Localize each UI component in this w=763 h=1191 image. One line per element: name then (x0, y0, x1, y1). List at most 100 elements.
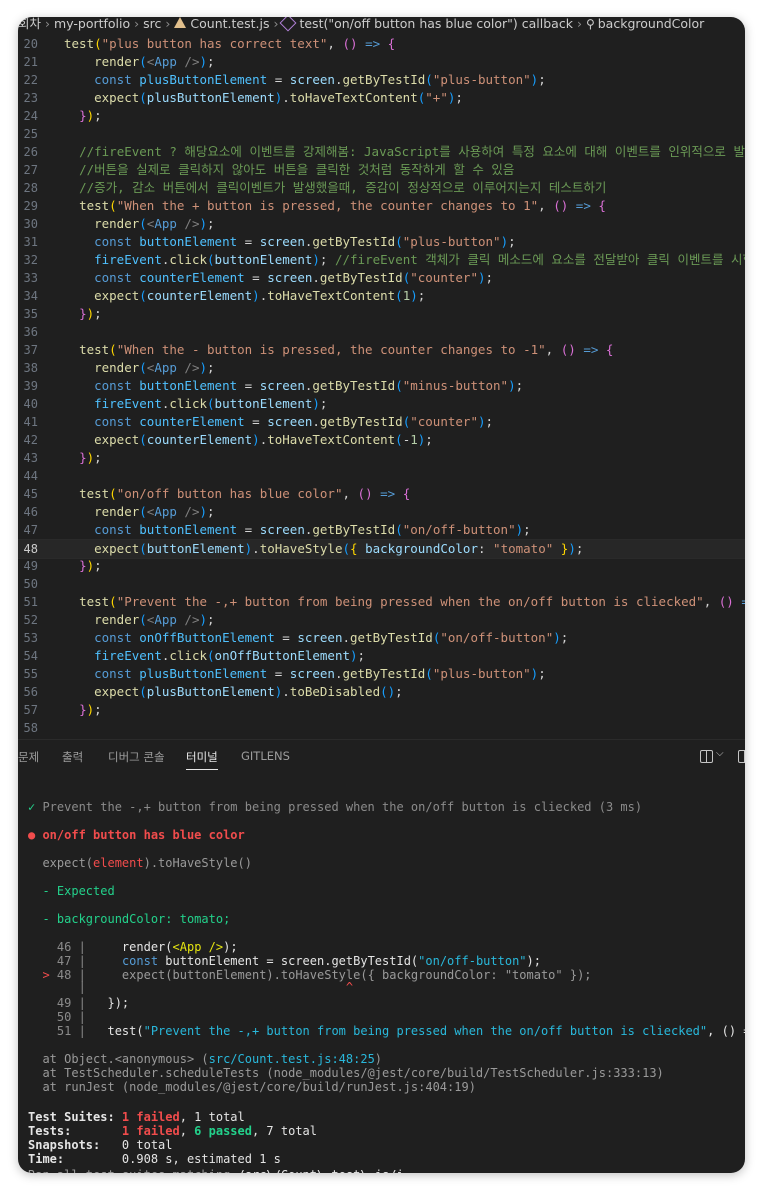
line-number: 20 (23, 37, 38, 51)
code-token: ; (417, 288, 426, 303)
code-line[interactable]: 31 const buttonElement = screen.getByTes… (18, 233, 745, 251)
code-line[interactable]: 35 }); (18, 305, 745, 323)
code-line[interactable]: 22 const plusButtonElement = screen.getB… (18, 71, 745, 89)
code-line[interactable]: 53 const onOffButtonElement = screen.get… (18, 629, 745, 647)
code-line[interactable]: 57 }); (18, 701, 745, 719)
code-line[interactable]: 37 test("When the - button is pressed, t… (18, 341, 745, 359)
breadcrumb-item-project[interactable]: my-portfolio (54, 17, 130, 31)
terminal-text: - backgroundColor: tomato; (28, 912, 231, 926)
code-line[interactable]: 26 //fireEvent ? 해당요소에 이벤트를 강제해봄: JavaSc… (18, 143, 745, 161)
code-token: ) (312, 252, 320, 267)
code-token: toHaveTextContent (267, 432, 396, 447)
line-number: 22 (23, 73, 38, 87)
breadcrumb-item-folder[interactable]: 회차 (18, 17, 41, 31)
terminal-output[interactable]: ✓ Prevent the -,+ button from being pres… (18, 777, 745, 1173)
code-text: //fireEvent ? 해당요소에 이벤트를 강제해봄: JavaScrip… (64, 143, 745, 161)
code-token: ) (252, 288, 260, 303)
code-line[interactable]: 44 (18, 467, 745, 485)
line-number: 43 (23, 451, 38, 465)
code-line[interactable]: 42 expect(counterElement).toHaveTextCont… (18, 431, 745, 449)
code-line[interactable]: 32 fireEvent.click(buttonElement); //fir… (18, 251, 745, 269)
tab-output[interactable]: 출력 (62, 749, 83, 765)
line-number: 35 (23, 307, 38, 321)
code-token: /> (176, 54, 200, 69)
code-line[interactable]: 24 }); (18, 107, 745, 125)
breadcrumb-item-callback[interactable]: test("on/off button has blue color") cal… (299, 17, 572, 31)
code-token: ; (508, 234, 516, 249)
code-token: , (342, 486, 358, 501)
code-line[interactable]: 29 test("When the + button is pressed, t… (18, 197, 745, 215)
code-line[interactable]: 47 const buttonElement = screen.getByTes… (18, 521, 745, 539)
code-text: render(<App />); (64, 215, 214, 233)
code-token: getByTestId (312, 378, 396, 393)
code-text: const onOffButtonElement = screen.getByT… (64, 629, 568, 647)
code-line[interactable]: 38 render(<App />); (18, 359, 745, 377)
layout-icon[interactable] (738, 750, 745, 763)
code-token: ( (94, 36, 102, 51)
code-line[interactable]: 41 const counterElement = screen.getByTe… (18, 413, 745, 431)
code-line[interactable]: 45 test("on/off button has blue color", … (18, 485, 745, 503)
line-number: 51 (23, 595, 38, 609)
code-line[interactable]: 30 render(<App />); (18, 215, 745, 233)
tab-debug-console[interactable]: 디버그 콘솔 (108, 749, 165, 765)
code-token: screen (259, 522, 305, 537)
code-token: ) (477, 270, 486, 285)
code-token: ; (357, 648, 366, 663)
code-token: ( (139, 612, 147, 627)
breadcrumb-item-src[interactable]: src (143, 17, 161, 31)
code-line[interactable]: 21 render(<App />); (18, 53, 745, 71)
terminal-text: 1 failed (121, 1124, 180, 1138)
code-line[interactable]: 27 //버튼을 실제로 클릭하지 않아도 버튼을 클릭한 것처럼 동작하게 할… (18, 161, 745, 179)
code-line[interactable]: 34 expect(counterElement).toHaveTextCont… (18, 287, 745, 305)
code-token: click (169, 252, 208, 267)
code-token: = (274, 630, 298, 645)
code-token: } (79, 306, 87, 321)
code-token: . (312, 270, 320, 285)
tab-gitlens[interactable]: GITLENS (241, 749, 290, 763)
code-line[interactable]: 43 }); (18, 449, 745, 467)
code-token: "minus-button" (402, 378, 509, 393)
tab-problems[interactable]: 문제 (18, 749, 39, 765)
code-line[interactable]: 52 render(<App />); (18, 611, 745, 629)
code-line[interactable]: 40 fireEvent.click(buttonElement); (18, 395, 745, 413)
code-line-current[interactable]: 48 expect(buttonElement).toHaveStyle({ b… (18, 539, 745, 559)
code-line[interactable]: 54 fireEvent.click(onOffButtonElement); (18, 647, 745, 665)
split-terminal-icon[interactable] (700, 750, 713, 763)
tab-terminal[interactable]: 터미널 (186, 749, 218, 770)
code-token: ; (485, 414, 494, 429)
terminal-line: ✓ Prevent the -,+ button from being pres… (28, 799, 642, 815)
code-text: expect(buttonElement).toHaveStyle({ back… (64, 540, 583, 558)
breadcrumb-item-property[interactable]: backgroundColor (598, 17, 705, 31)
code-editor[interactable]: 20 test("plus button has correct text", (… (18, 35, 745, 739)
terminal-text: Snapshots: (28, 1138, 122, 1152)
code-token: backgroundColor (365, 541, 478, 556)
code-line[interactable]: 46 render(<App />); (18, 503, 745, 521)
code-line[interactable]: 33 const counterElement = screen.getByTe… (18, 269, 745, 287)
code-line[interactable]: 28 //증가, 감소 버튼에서 클릭이벤트가 발생했을때, 증감이 정상적으로… (18, 179, 745, 197)
code-line[interactable]: 36 (18, 323, 745, 341)
code-token: "plus-button" (402, 234, 501, 249)
code-line[interactable]: 23 expect(plusButtonElement).toHaveTextC… (18, 89, 745, 107)
code-line[interactable]: 55 const plusButtonElement = screen.getB… (18, 665, 745, 683)
code-line[interactable]: 39 const buttonElement = screen.getByTes… (18, 377, 745, 395)
code-line[interactable]: 20 test("plus button has correct text", (… (18, 35, 745, 53)
breadcrumb-item-file[interactable]: Count.test.js (190, 17, 269, 31)
code-line[interactable]: 25 (18, 125, 745, 143)
code-text: render(<App />); (64, 53, 214, 71)
code-line[interactable]: 49 }); (18, 557, 745, 575)
code-token: ( (342, 541, 351, 556)
code-line[interactable]: 58 (18, 719, 745, 737)
code-line[interactable]: 51 test("Prevent the -,+ button from bei… (18, 593, 745, 611)
code-token: fireEvent (94, 252, 162, 267)
terminal-text: 6 passed (194, 1124, 252, 1138)
code-line[interactable]: 56 expect(plusButtonElement).toBeDisable… (18, 683, 745, 701)
chevron-down-icon[interactable]: ⌵ (716, 748, 724, 759)
code-line[interactable]: 50 (18, 575, 745, 593)
code-token: expect (94, 90, 140, 105)
